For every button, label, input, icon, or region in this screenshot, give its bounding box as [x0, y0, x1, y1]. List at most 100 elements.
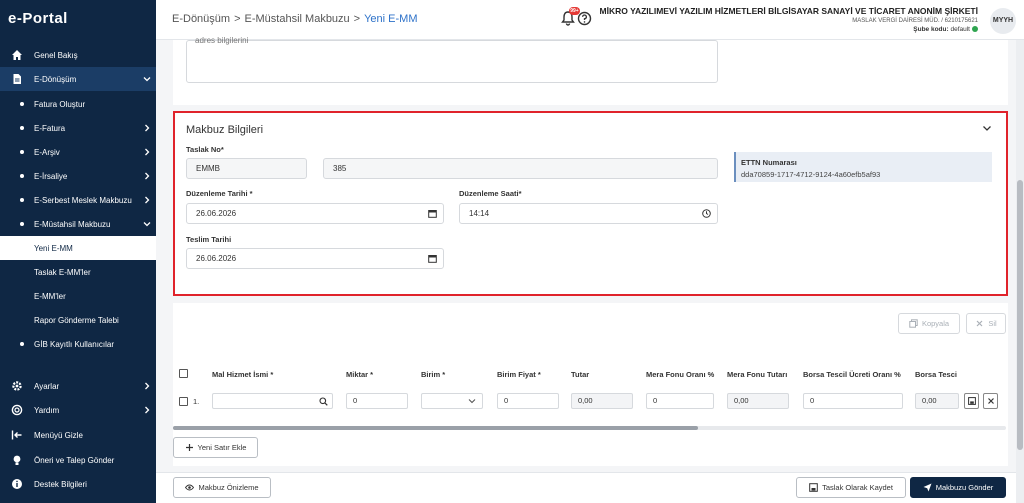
address-textarea[interactable]: adres bilgilerini [186, 36, 718, 83]
breadcrumb-separator: > [234, 13, 241, 25]
breadcrumb-current: Yeni E-MM [364, 13, 418, 25]
delete-button[interactable]: Sil [966, 313, 1006, 334]
copy-button[interactable]: Kopyala [898, 313, 960, 334]
sidebar-item-support[interactable]: Destek Bilgileri [0, 472, 156, 496]
avatar[interactable]: MYYH [990, 8, 1016, 34]
sidebar-item-label: Yardım [34, 406, 60, 415]
delivery-date-label: Teslim Tarihi [186, 235, 232, 244]
address-text: adres bilgilerini [195, 36, 249, 45]
sidebar-item-label: E-İrsaliye [34, 172, 68, 181]
section-title: Makbuz Bilgileri [186, 124, 264, 136]
sidebar-item-gib-users[interactable]: GİB Kayıtlı Kullanıcılar [0, 332, 156, 356]
sidebar-item-e-arsiv[interactable]: E-Arşiv [0, 140, 156, 164]
sidebar-item-e-donusum[interactable]: E-Dönüşüm [0, 67, 156, 91]
add-row-button[interactable]: Yeni Satır Ekle [173, 437, 258, 458]
horizontal-scrollbar[interactable] [173, 426, 1006, 430]
save-icon [809, 483, 818, 492]
chevron-down-icon[interactable] [982, 123, 992, 133]
sidebar-item-feedback[interactable]: Öneri ve Talep Gönder [0, 448, 156, 472]
collapse-menu-icon [11, 430, 22, 440]
ettn-box: ETTN Numarası dda70859-1717-4712-9124-4a… [734, 152, 992, 182]
branch-info: Şube kodu: default [600, 26, 978, 33]
sidebar-item-overview[interactable]: Genel Bakış [0, 43, 156, 67]
column-header: Mera Fonu Tutarı [727, 370, 788, 379]
send-receipt-label: Makbuzu Gönder [935, 483, 994, 492]
sidebar-item-settings[interactable]: Ayarlar [0, 374, 156, 398]
sidebar-item-yeni-emm[interactable]: Yeni E-MM [0, 236, 156, 260]
vertical-scrollbar[interactable] [1016, 40, 1024, 503]
issue-date-input[interactable]: 26.06.2026 [186, 203, 444, 224]
sidebar-item-label: Ayarlar [34, 382, 60, 391]
sidebar-item-fatura-olustur[interactable]: Fatura Oluştur [0, 92, 156, 116]
draft-prefix-field: EMMB [186, 158, 307, 179]
sidebar-item-label: E-Arşiv [34, 148, 60, 157]
sidebar-item-taslak-emm[interactable]: Taslak E-MM'ler [0, 260, 156, 284]
bullet-icon [20, 174, 24, 178]
scrollbar-thumb[interactable] [173, 426, 698, 430]
save-draft-button[interactable]: Taslak Olarak Kaydet [796, 477, 906, 498]
unit-price-input[interactable]: 0 [497, 393, 559, 409]
row-delete-button[interactable] [983, 393, 998, 409]
copy-icon [909, 319, 918, 328]
sidebar-item-e-smm[interactable]: E-Serbest Meslek Makbuzu [0, 188, 156, 212]
document-icon [13, 74, 21, 84]
sidebar-item-label: Rapor Gönderme Talebi [34, 316, 119, 325]
search-icon[interactable] [319, 397, 328, 406]
sidebar-item-e-mm[interactable]: E-Müstahsil Makbuzu [0, 212, 156, 236]
draft-number-field: 385 [323, 158, 718, 179]
select-all-checkbox[interactable] [179, 369, 188, 378]
sidebar-item-hide-menu[interactable]: Menüyü Gizle [0, 423, 156, 447]
column-header: Tutar [571, 370, 590, 379]
breadcrumb-item[interactable]: E-Müstahsil Makbuzu [245, 13, 350, 25]
bullet-icon [20, 126, 24, 130]
preview-label: Makbuz Önizleme [198, 483, 259, 492]
bullet-icon [20, 198, 24, 202]
sidebar-item-help[interactable]: Yardım [0, 398, 156, 422]
fund-amount-field: 0,00 [727, 393, 789, 409]
sidebar-item-emm-list[interactable]: E-MM'ler [0, 284, 156, 308]
calendar-icon[interactable] [428, 254, 437, 263]
add-row-label: Yeni Satır Ekle [197, 443, 247, 452]
chevron-right-icon [145, 172, 150, 180]
preview-button[interactable]: Makbuz Önizleme [173, 477, 271, 498]
sidebar-item-label: Öneri ve Talep Gönder [34, 456, 115, 465]
lightbulb-icon [13, 455, 21, 465]
item-name-input[interactable] [212, 393, 333, 409]
sidebar-item-label: E-Serbest Meslek Makbuzu [34, 196, 132, 205]
sidebar-item-report-request[interactable]: Rapor Gönderme Talebi [0, 308, 156, 332]
line-items-panel [173, 303, 1008, 466]
branch-value: default [950, 26, 970, 33]
chevron-right-icon [145, 382, 150, 390]
fund-rate-input[interactable]: 0 [646, 393, 714, 409]
exchange-amount-field: 0,00 [915, 393, 959, 409]
issue-time-input[interactable]: 14:14 [459, 203, 718, 224]
delete-label: Sil [988, 319, 997, 328]
sidebar-item-label: E-Müstahsil Makbuzu [34, 220, 111, 229]
row-save-button[interactable] [964, 393, 979, 409]
issue-date-value: 26.06.2026 [196, 209, 237, 218]
chevron-right-icon [145, 196, 150, 204]
exchange-rate-input[interactable]: 0 [803, 393, 903, 409]
scrollbar-thumb[interactable] [1017, 180, 1023, 450]
unit-select[interactable] [421, 393, 483, 409]
send-receipt-button[interactable]: Makbuzu Gönder [910, 477, 1006, 498]
status-dot-icon [972, 26, 978, 33]
sidebar-item-e-fatura[interactable]: E-Fatura [0, 116, 156, 140]
sidebar-item-label: E-Dönüşüm [34, 75, 77, 84]
bullet-icon [20, 222, 24, 226]
help-icon[interactable] [577, 11, 592, 26]
calendar-icon[interactable] [428, 209, 437, 218]
sidebar-item-e-irsaliye[interactable]: E-İrsaliye [0, 164, 156, 188]
quantity-input[interactable]: 0 [346, 393, 408, 409]
row-checkbox[interactable] [179, 397, 188, 406]
sidebar-item-label: Menüyü Gizle [34, 431, 83, 440]
breadcrumb-item[interactable]: E-Dönüşüm [172, 13, 230, 25]
row-index: 1. [193, 397, 200, 406]
clock-icon[interactable] [702, 209, 711, 218]
bullet-icon [20, 102, 24, 106]
breadcrumb: E-Dönüşüm > E-Müstahsil Makbuzu > Yeni E… [172, 13, 418, 25]
top-bar: E-Dönüşüm > E-Müstahsil Makbuzu > Yeni E… [156, 0, 1024, 40]
tax-info: MASLAK VERGİ DAİRESİ MÜD. / 6210175621 [852, 18, 978, 24]
chevron-right-icon [145, 148, 150, 156]
delivery-date-input[interactable]: 26.06.2026 [186, 248, 444, 269]
